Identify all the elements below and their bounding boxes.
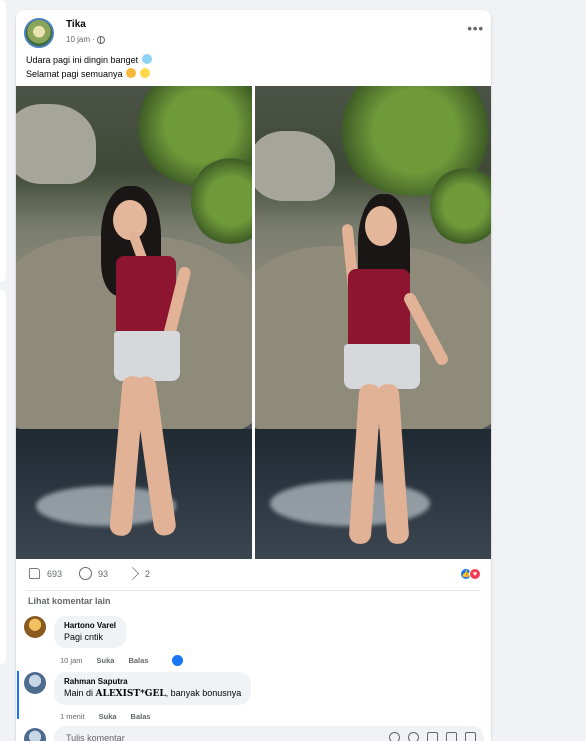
more-options-icon[interactable]: ••• — [467, 22, 484, 35]
rock-shape — [16, 104, 96, 184]
write-comment-row: Tulis komentar — [24, 726, 484, 741]
view-more-comments-link[interactable]: Lihat komentar lain — [28, 596, 111, 606]
comment-actions: 10 jam Suka Balas — [60, 655, 184, 666]
comment-like-button[interactable]: Suka — [99, 712, 117, 721]
post-actions-bar: 693 93 2 👍 ♥ — [26, 567, 481, 585]
share-arrow-icon — [126, 567, 139, 580]
share-action[interactable]: 2 — [126, 567, 150, 580]
comment-time[interactable]: 10 jam — [60, 656, 83, 665]
share-count: 2 — [145, 568, 151, 579]
emoji-icon[interactable] — [408, 732, 419, 741]
author-avatar[interactable] — [24, 18, 54, 48]
heart-eyes-emoji-icon — [126, 68, 137, 78]
comment-time[interactable]: 1 menit — [60, 712, 85, 721]
commenter-avatar[interactable] — [24, 616, 46, 638]
post-time[interactable]: 10 jam — [66, 35, 90, 44]
comment-text: Pagi cntik — [64, 632, 104, 642]
person-figure — [96, 186, 216, 556]
divider — [26, 590, 481, 591]
comment-reply-button[interactable]: Balas — [128, 656, 148, 665]
cold-face-emoji-icon — [141, 54, 152, 64]
comment-actions: 1 menit Suka Balas — [60, 712, 151, 721]
comment-action[interactable]: 93 — [79, 567, 108, 580]
post-card: Tika 10 jam · ••• Udara pagi ini dingin … — [16, 10, 491, 741]
person-face — [365, 206, 397, 246]
sun-emoji-icon — [139, 68, 150, 78]
comment-text-suffix: , banyak bonusnya — [165, 688, 242, 698]
meta-separator: · — [92, 35, 95, 44]
comment-count: 93 — [98, 568, 109, 579]
like-action[interactable]: 693 — [28, 567, 62, 580]
commenter-avatar[interactable] — [24, 672, 46, 694]
person-shorts — [344, 344, 420, 389]
comment-like-button[interactable]: Suka — [97, 656, 115, 665]
post-meta: 10 jam · — [66, 35, 105, 44]
comment-reply-button[interactable]: Balas — [131, 712, 151, 721]
rock-shape — [255, 131, 335, 201]
thumbs-up-icon — [28, 567, 41, 580]
post-photo-1[interactable] — [16, 86, 252, 559]
comment-input-tools — [389, 732, 476, 741]
person-top — [348, 269, 410, 349]
person-figure — [340, 194, 480, 559]
like-count: 693 — [47, 568, 63, 579]
comment-item: Rahman Saputra Main di ALEXIST*GEL, bany… — [24, 672, 484, 722]
person-shorts — [114, 331, 180, 381]
left-panel-segment — [0, 0, 6, 282]
gif-icon[interactable] — [446, 732, 457, 741]
post-header: Tika 10 jam · ••• — [24, 18, 484, 48]
comment-text-brand: ALEXIST*GEL — [95, 689, 166, 699]
comment-item: Hartono Varel Pagi cntik 10 jam Suka Bal… — [24, 616, 484, 672]
sticker-icon[interactable] — [465, 732, 476, 741]
like-reaction-icon — [172, 655, 184, 666]
person-leg — [376, 383, 410, 545]
globe-icon — [96, 35, 105, 44]
left-panel-segment — [0, 290, 6, 665]
comment-bubble-icon — [79, 567, 92, 580]
comment-input-placeholder: Tulis komentar — [66, 733, 125, 741]
comment-input[interactable]: Tulis komentar — [54, 726, 484, 741]
love-reaction-icon: ♥ — [469, 568, 481, 580]
reaction-summary[interactable]: 👍 ♥ — [460, 568, 481, 580]
comment-text-prefix: Main di — [64, 688, 96, 698]
comment-text: Main di ALEXIST*GEL, banyak bonusnya — [64, 688, 241, 699]
commenter-name[interactable]: Rahman Saputra — [64, 677, 241, 686]
photo-grid — [16, 86, 491, 559]
post-text-line1: Udara pagi ini dingin banget — [26, 55, 139, 65]
avatar-sticker-icon[interactable] — [389, 732, 400, 741]
post-text-line2: Selamat pagi semuanya — [26, 69, 123, 79]
comment-bubble: Rahman Saputra Main di ALEXIST*GEL, bany… — [54, 672, 252, 705]
commenter-name[interactable]: Hartono Varel — [64, 621, 116, 630]
person-leg — [348, 383, 382, 545]
post-photo-2[interactable] — [255, 86, 491, 559]
author-name[interactable]: Tika — [66, 19, 86, 30]
post-text: Udara pagi ini dingin banget Selamat pag… — [26, 53, 152, 81]
comment-bubble: Hartono Varel Pagi cntik — [54, 616, 127, 648]
thread-highlight-line — [17, 671, 19, 719]
left-sidebar-edge — [0, 0, 8, 741]
camera-icon[interactable] — [427, 732, 438, 741]
person-leg — [132, 375, 178, 537]
current-user-avatar[interactable] — [24, 728, 46, 741]
